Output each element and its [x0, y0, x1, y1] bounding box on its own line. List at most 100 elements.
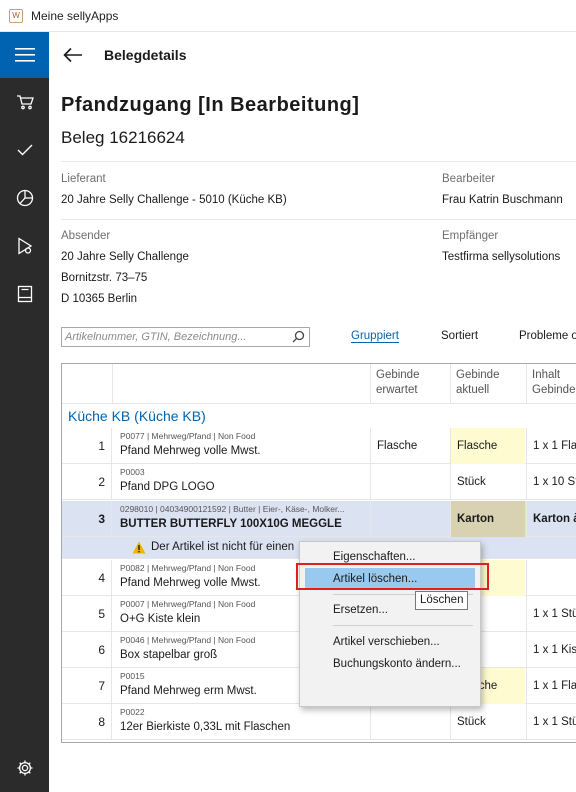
- empfaenger-value: Testfirma sellysolutions: [442, 251, 561, 263]
- warning-text: Der Artikel ist nicht für einen: [151, 541, 295, 553]
- row-name: O+G Kiste klein: [120, 613, 201, 625]
- gebinde-aktuell-cell[interactable]: Stück: [450, 704, 525, 740]
- inhalt-gebinde-cell: 1 x 1 Flas: [526, 668, 576, 704]
- lieferant-value: 20 Jahre Selly Challenge - 5010 (Küche K…: [61, 194, 287, 206]
- row-name: Pfand Mehrweg volle Mwst.: [120, 445, 261, 457]
- absender-line-3: D 10365 Berlin: [61, 293, 138, 305]
- window-title: Meine sellyApps: [31, 8, 119, 23]
- row-number: 2: [62, 464, 112, 500]
- row-number: 8: [62, 704, 112, 740]
- checkmark-icon: [17, 144, 32, 156]
- app-icon: W: [9, 8, 23, 23]
- tab-gruppiert[interactable]: Gruppiert: [351, 330, 399, 342]
- main-content: Belegdetails Pfandzugang [In Bearbeitung…: [49, 32, 576, 792]
- row-meta: P0077 | Mehrweg/Pfand | Non Food: [120, 431, 256, 441]
- delivery-icon: [17, 237, 32, 255]
- tab-probleme[interactable]: Probleme o: [519, 330, 576, 342]
- row-meta: P0015: [120, 671, 145, 681]
- row-meta: P0046 | Mehrweg/Pfand | Non Food: [120, 635, 256, 645]
- menu-item-artikel-verschieben[interactable]: Artikel verschieben...: [305, 631, 475, 653]
- column-header-inhalt-gebinde[interactable]: Inhalt Gebinde: [527, 364, 576, 404]
- row-name: Pfand DPG LOGO: [120, 481, 215, 493]
- settings-icon: [17, 760, 32, 776]
- row-meta: P0022: [120, 707, 145, 717]
- column-header-article: [113, 364, 371, 404]
- empfaenger-label: Empfänger: [442, 230, 499, 242]
- inhalt-gebinde-cell: 1 x 10 Stü: [526, 464, 576, 500]
- lieferant-label: Lieferant: [61, 173, 106, 185]
- bearbeiter-label: Bearbeiter: [442, 173, 496, 185]
- tooltip: Löschen: [415, 591, 469, 610]
- page-header: Belegdetails: [49, 32, 576, 78]
- row-number: 1: [62, 428, 112, 464]
- nav-book[interactable]: [0, 270, 49, 318]
- nav-check[interactable]: [0, 126, 49, 174]
- highlight-annotation: [296, 563, 489, 590]
- inhalt-gebinde-cell: 1 x 1 Stü: [526, 596, 576, 632]
- row-meta: P0082 | Mehrweg/Pfand | Non Food: [120, 563, 256, 573]
- gebinde-aktuell-cell[interactable]: Flasche: [450, 428, 525, 464]
- nav-delivery[interactable]: [0, 222, 49, 270]
- back-arrow-icon: [63, 47, 82, 63]
- title-bar: W Meine sellyApps: [0, 0, 576, 32]
- inhalt-gebinde-cell: Karton à: [526, 501, 576, 537]
- gebinde-aktuell-cell[interactable]: Stück: [450, 464, 525, 500]
- document-title: Pfandzugang [In Bearbeitung]: [61, 94, 360, 116]
- row-name: Box stapelbar groß: [120, 649, 218, 661]
- document-number: Beleg 16216624: [61, 128, 185, 147]
- inhalt-gebinde-cell: 1 x 1 Kist: [526, 632, 576, 668]
- inhalt-gebinde-cell: [526, 560, 576, 596]
- row-number: 4: [62, 560, 112, 596]
- back-button[interactable]: [49, 32, 97, 78]
- sidebar: [0, 32, 49, 792]
- divider: [61, 161, 576, 162]
- column-header-gebinde-aktuell[interactable]: Gebinde aktuell: [451, 364, 527, 404]
- nav-cart[interactable]: [0, 78, 49, 126]
- menu-item-buchungskonto-aendern[interactable]: Buchungskonto ändern...: [305, 653, 475, 675]
- absender-line-2: Bornitzstr. 73–75: [61, 272, 148, 284]
- row-name: Pfand Mehrweg erm Mwst.: [120, 685, 257, 697]
- cart-icon: [16, 95, 34, 110]
- column-header-number: [62, 364, 113, 404]
- warning-icon: [132, 541, 146, 554]
- gebinde-erwartet-cell: [370, 464, 449, 500]
- row-number: 6: [62, 632, 112, 668]
- row-name: BUTTER BUTTERFLY 100X10G MEGGLE: [120, 518, 342, 530]
- hamburger-button[interactable]: [0, 32, 49, 78]
- inhalt-gebinde-cell: 1 x 1 Flas: [526, 428, 576, 464]
- nav-reports[interactable]: [0, 174, 49, 222]
- absender-line-1: 20 Jahre Selly Challenge: [61, 251, 189, 263]
- nav-settings[interactable]: [0, 744, 49, 792]
- row-meta: 0298010 | 04034900121592 | Butter | Eier…: [120, 504, 345, 514]
- search-icon[interactable]: [292, 330, 305, 343]
- table-row[interactable]: 2 P0003 Pfand DPG LOGO Stück 1 x 10 Stü: [62, 464, 576, 500]
- absender-label: Absender: [61, 230, 111, 242]
- search-placeholder: Artikelnummer, GTIN, Bezeichnung...: [65, 331, 247, 343]
- menu-separator: [333, 625, 473, 626]
- inhalt-gebinde-cell: 1 x 1 Stü: [526, 704, 576, 740]
- bearbeiter-value: Frau Katrin Buschmann: [442, 194, 563, 206]
- search-input[interactable]: Artikelnummer, GTIN, Bezeichnung...: [61, 327, 310, 347]
- row-number: 7: [62, 668, 112, 704]
- table-row[interactable]: 8 P0022 12er Bierkiste 0,33L mit Flasche…: [62, 704, 576, 740]
- group-header[interactable]: Küche KB (Küche KB): [68, 408, 206, 424]
- gebinde-erwartet-cell: [370, 704, 449, 740]
- pie-chart-icon: [16, 189, 33, 207]
- row-name: 12er Bierkiste 0,33L mit Flaschen: [120, 721, 291, 733]
- hamburger-icon: [14, 48, 35, 62]
- tab-sortiert[interactable]: Sortiert: [441, 330, 478, 342]
- table-row[interactable]: 1 P0077 | Mehrweg/Pfand | Non Food Pfand…: [62, 428, 576, 464]
- page-title: Belegdetails: [104, 47, 187, 63]
- divider: [61, 219, 576, 220]
- row-number: 5: [62, 596, 112, 632]
- gebinde-aktuell-cell[interactable]: Karton: [450, 501, 525, 537]
- row-meta: P0007 | Mehrweg/Pfand | Non Food: [120, 599, 256, 609]
- column-header-gebinde-erwartet[interactable]: Gebinde erwartet: [371, 364, 451, 404]
- gebinde-erwartet-cell: Flasche: [370, 428, 449, 464]
- gebinde-erwartet-cell: [370, 501, 449, 537]
- table-row-selected[interactable]: 3 0298010 | 04034900121592 | Butter | Ei…: [62, 501, 576, 537]
- row-number: 3: [62, 501, 112, 537]
- row-name: Pfand Mehrweg volle Mwst.: [120, 577, 261, 589]
- row-meta: P0003: [120, 467, 145, 477]
- book-icon: [17, 285, 32, 303]
